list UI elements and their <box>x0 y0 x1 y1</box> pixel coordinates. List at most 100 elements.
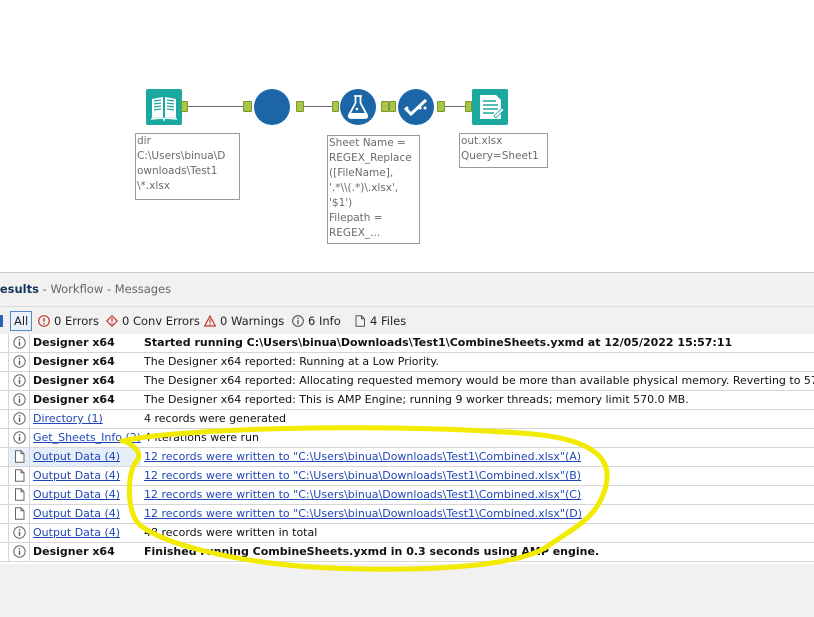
file-path-link[interactable]: 12 records were written to "C:\Users\bin… <box>144 450 581 463</box>
directory-tool[interactable] <box>146 89 182 125</box>
message-cell[interactable]: 12 records were written to "C:\Users\bin… <box>141 505 814 524</box>
filter-conv-errors-label: 0 Conv Errors <box>122 313 200 328</box>
row-gutter <box>0 334 9 353</box>
file-path-link[interactable]: 12 records were written to "C:\Users\bin… <box>144 469 581 482</box>
output-anchor[interactable] <box>181 101 188 112</box>
flask-icon <box>340 89 376 125</box>
message-row[interactable]: Designer x64 The Designer x64 reported: A… <box>0 372 814 391</box>
results-header: Results - Workflow - Messages <box>0 282 171 300</box>
tool-link[interactable]: Output Data (4) <box>33 488 120 501</box>
message-text: 4 records were generated <box>144 412 286 425</box>
info-icon <box>13 526 26 539</box>
row-icon-cell <box>9 543 30 562</box>
filter-all-button[interactable]: All <box>10 311 33 331</box>
message-row[interactable]: Designer x64 Finished running CombineShee… <box>0 543 814 562</box>
tool-link[interactable]: Output Data (4) <box>33 507 120 520</box>
results-title: Results <box>0 282 39 296</box>
warning-icon <box>204 314 216 327</box>
row-gutter <box>0 505 9 524</box>
message-cell: 4 records were generated <box>141 410 814 429</box>
file-icon <box>355 314 365 327</box>
message-row[interactable]: Get_Sheets_Info (2) 4 iterations were run <box>0 429 814 448</box>
filter-warnings-button[interactable]: 0 Warnings <box>204 312 284 329</box>
row-icon-cell <box>9 524 30 543</box>
info-icon <box>13 431 26 444</box>
tool-name-cell: Designer x64 <box>30 353 144 372</box>
output-anchor[interactable] <box>381 101 389 112</box>
file-path-link[interactable]: 12 records were written to "C:\Users\bin… <box>144 488 581 501</box>
tool-name-cell[interactable]: Output Data (4) <box>30 486 144 505</box>
message-cell: The Designer x64 reported: Running at a … <box>141 353 814 372</box>
message-text: The Designer x64 reported: This is AMP E… <box>144 393 689 406</box>
filter-files-button[interactable]: 4 Files <box>354 312 406 329</box>
input-anchor[interactable] <box>243 101 252 112</box>
message-row[interactable]: Output Data (4) 12 records were written t… <box>0 467 814 486</box>
row-icon-cell <box>9 486 30 505</box>
row-icon-cell <box>9 505 30 524</box>
message-cell[interactable]: 12 records were written to "C:\Users\bin… <box>141 448 814 467</box>
tool-name-cell[interactable]: Output Data (4) <box>30 524 144 543</box>
message-row[interactable]: Designer x64 The Designer x64 reported: T… <box>0 391 814 410</box>
tool-name: Designer x64 <box>33 374 115 387</box>
message-row[interactable]: Directory (1) 4 records were generated <box>0 410 814 429</box>
filter-warnings-label: 0 Warnings <box>220 313 285 328</box>
filter-info-button[interactable]: 6 Info <box>292 312 341 329</box>
check-tool[interactable] <box>397 88 435 126</box>
message-row[interactable]: Output Data (4) 12 records were written t… <box>0 448 814 467</box>
row-icon-cell <box>9 448 30 467</box>
input-anchor[interactable] <box>389 101 396 112</box>
tool-name-cell[interactable]: Output Data (4) <box>30 448 144 467</box>
connection-line <box>186 106 244 107</box>
output-anchor[interactable] <box>437 101 445 112</box>
tool-name-cell[interactable]: Get_Sheets_Info (2) <box>30 429 144 448</box>
message-row[interactable]: Output Data (4) 12 records were written t… <box>0 486 814 505</box>
filter-all-label: All <box>14 314 29 328</box>
tool-name-cell[interactable]: Output Data (4) <box>30 467 144 486</box>
row-gutter <box>0 429 9 448</box>
file-icon <box>15 507 25 520</box>
info-icon <box>13 355 26 368</box>
filter-conv-errors-button[interactable]: 0 Conv Errors <box>106 312 200 329</box>
message-cell: The Designer x64 reported: This is AMP E… <box>141 391 814 410</box>
input-anchor[interactable] <box>332 101 339 112</box>
checkmark-icon <box>398 89 434 125</box>
error-icon <box>38 314 50 327</box>
book-icon <box>146 89 182 125</box>
message-row[interactable]: Designer x64 The Designer x64 reported: R… <box>0 353 814 372</box>
connection-line <box>443 106 465 107</box>
output-annotation: out.xlsx Query=Sheet1 <box>459 133 548 168</box>
formula-tool[interactable] <box>339 88 377 126</box>
message-text: 4 iterations were run <box>144 431 259 444</box>
message-row[interactable]: Designer x64 Started running C:\Users\bin… <box>0 334 814 353</box>
info-icon <box>13 545 26 558</box>
row-gutter <box>0 410 9 429</box>
tool-link[interactable]: Get_Sheets_Info (2) <box>33 431 141 444</box>
message-cell[interactable]: 12 records were written to "C:\Users\bin… <box>141 467 814 486</box>
output-data-tool[interactable] <box>472 89 508 125</box>
tool-name-cell[interactable]: Directory (1) <box>30 410 144 429</box>
row-icon-cell <box>9 334 30 353</box>
message-text: The Designer x64 reported: Allocating re… <box>144 374 814 387</box>
connection-line <box>304 106 334 107</box>
message-row[interactable]: Output Data (4) 48 records were written i… <box>0 524 814 543</box>
workflow-canvas[interactable]: dir C:\Users\binua\D ownloads\Test1 \*.x… <box>0 0 814 271</box>
row-gutter <box>0 391 9 410</box>
input-anchor[interactable] <box>465 101 472 112</box>
tool-link[interactable]: Output Data (4) <box>33 469 120 482</box>
tool-name-cell[interactable]: Output Data (4) <box>30 505 144 524</box>
message-text: Finished running CombineSheets.yxmd in 0… <box>144 545 600 558</box>
file-icon <box>15 488 25 501</box>
message-cell: Started running C:\Users\binua\Downloads… <box>141 334 814 353</box>
tool-name-cell: Designer x64 <box>30 372 144 391</box>
tool-link[interactable]: Directory (1) <box>33 412 103 425</box>
row-gutter <box>0 353 9 372</box>
message-row[interactable]: Output Data (4) 12 records were written t… <box>0 505 814 524</box>
output-anchor[interactable] <box>296 101 304 112</box>
filter-errors-button[interactable]: 0 Errors <box>38 312 99 329</box>
tool-link[interactable]: Output Data (4) <box>33 526 120 539</box>
batch-macro-tool[interactable] <box>253 88 291 126</box>
message-cell[interactable]: 12 records were written to "C:\Users\bin… <box>141 486 814 505</box>
message-cell: 48 records were written in total <box>141 524 814 543</box>
file-path-link[interactable]: 12 records were written to "C:\Users\bin… <box>144 507 582 520</box>
tool-link[interactable]: Output Data (4) <box>33 450 120 463</box>
